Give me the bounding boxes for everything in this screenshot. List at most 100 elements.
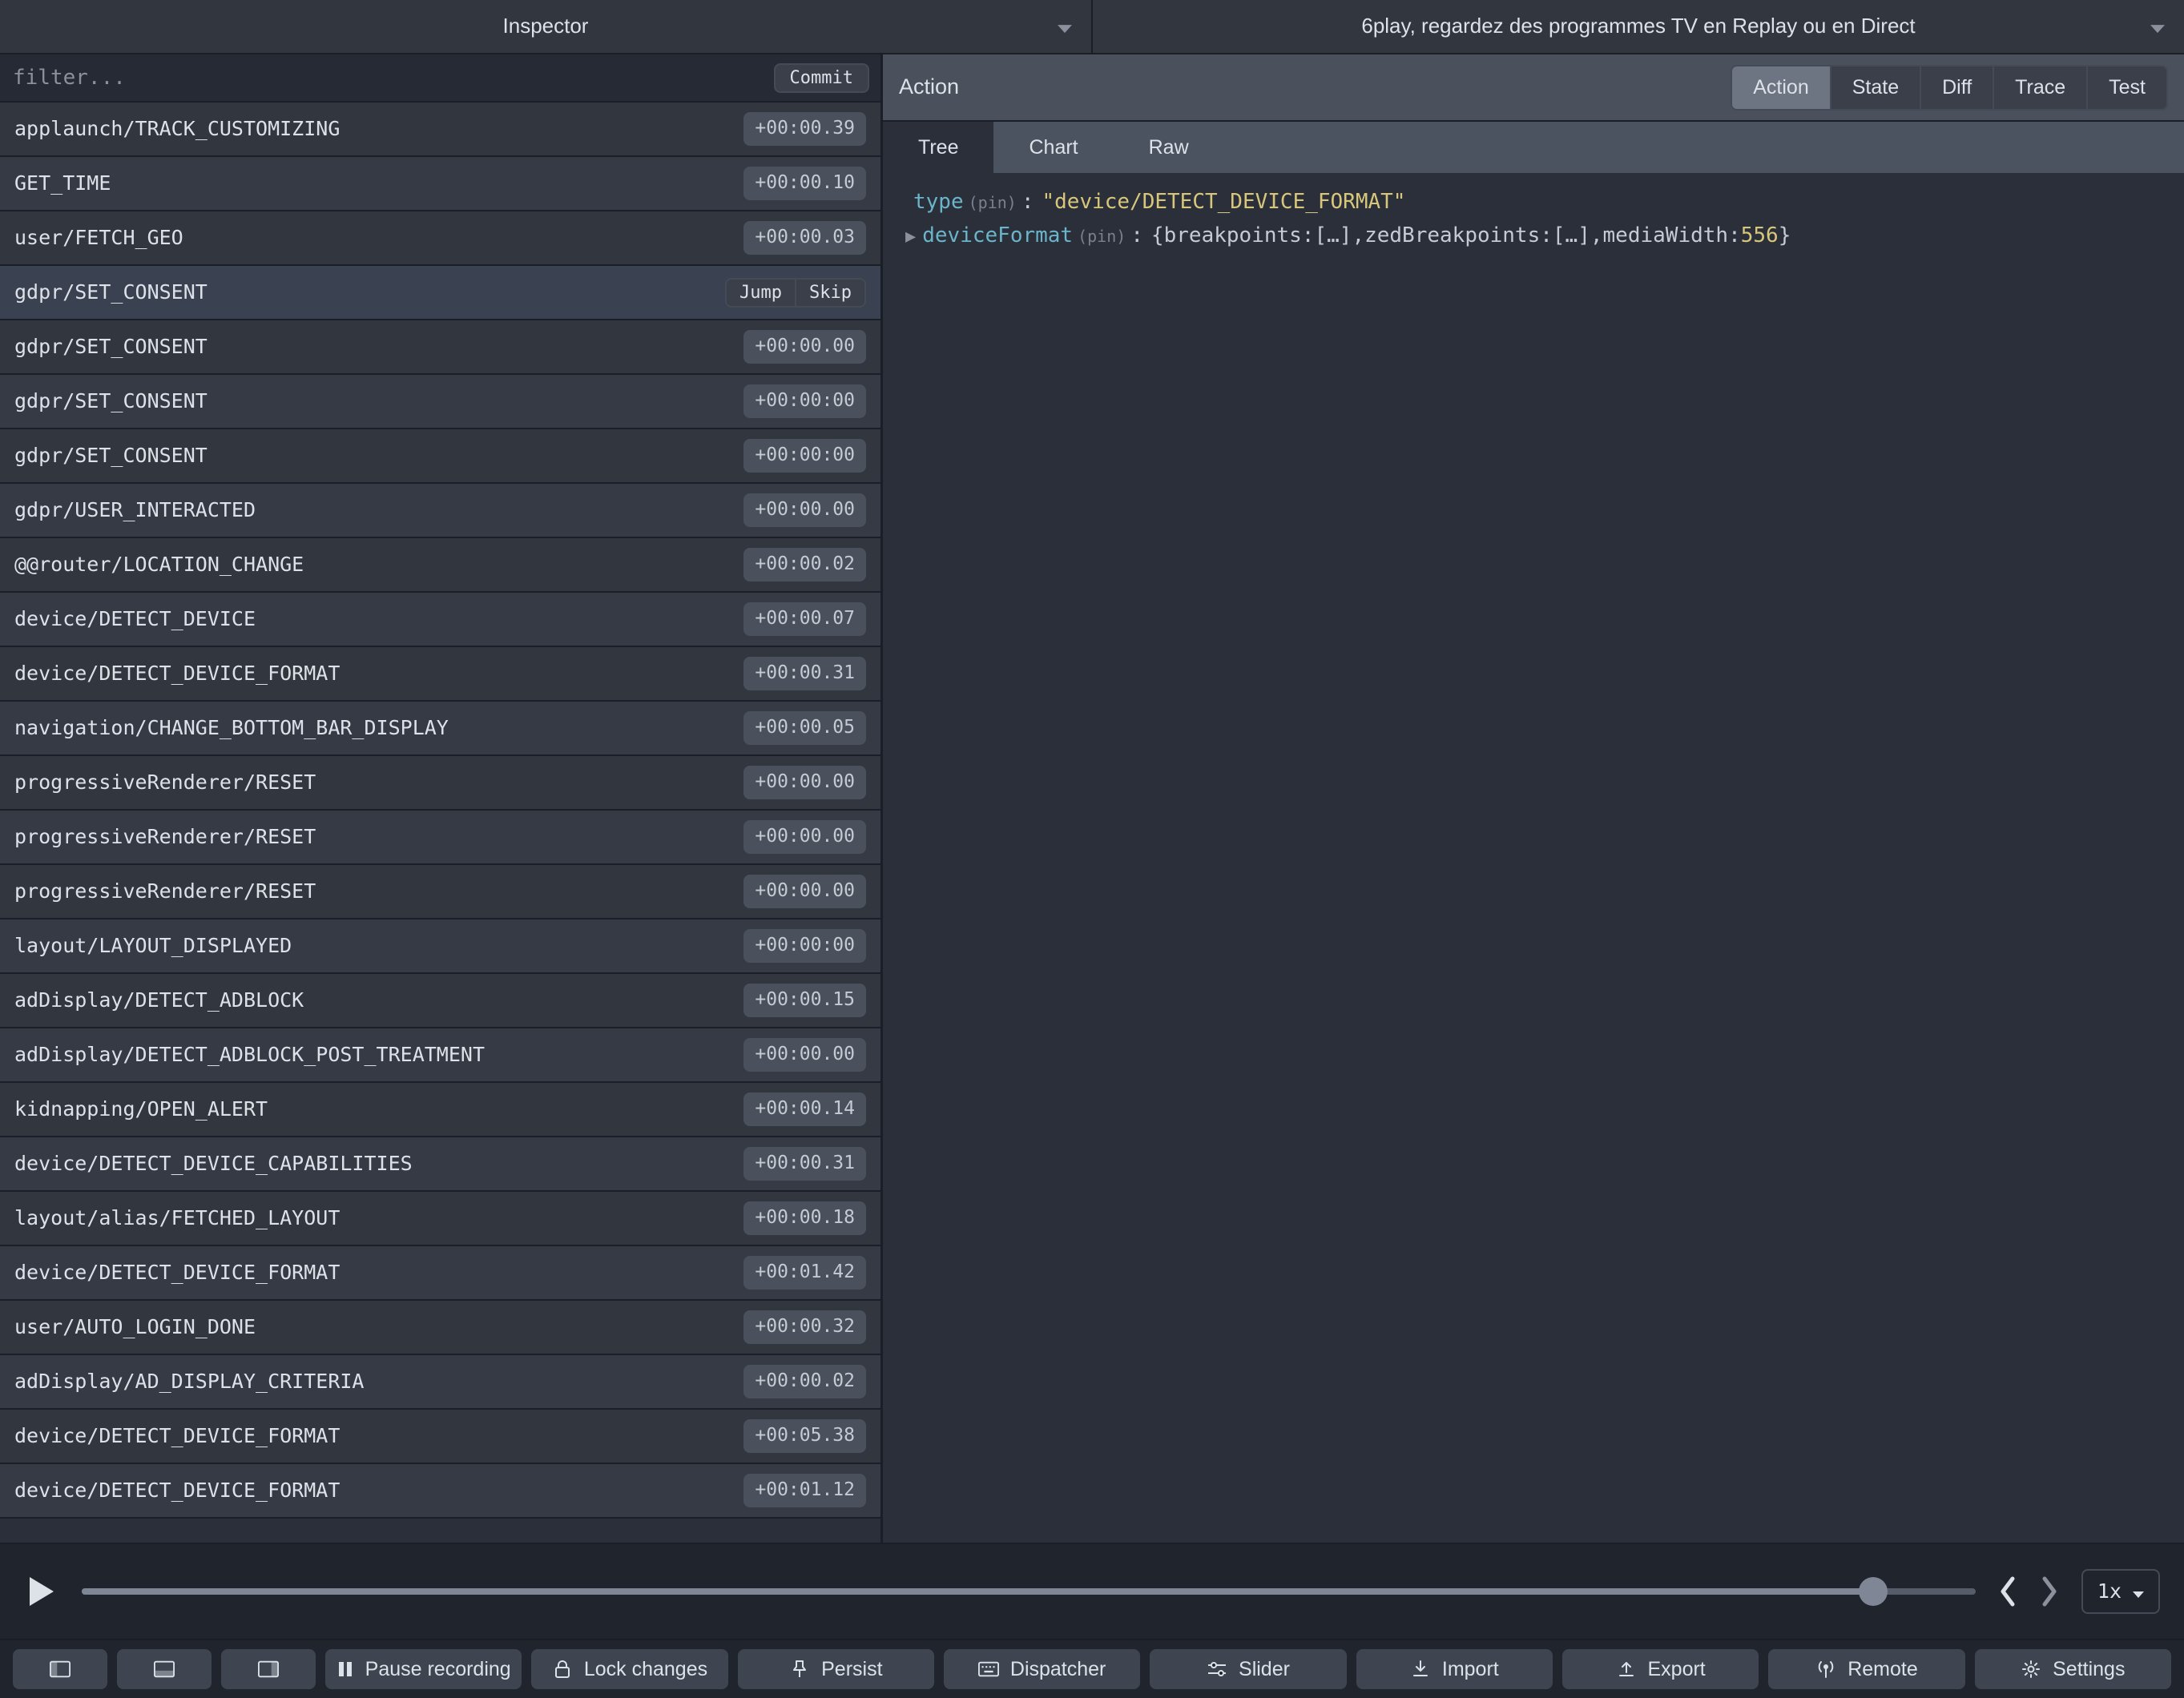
lock-changes-label: Lock changes bbox=[584, 1658, 707, 1681]
action-list[interactable]: applaunch/TRACK_CUSTOMIZING +00:00.39 GET_… bbox=[0, 103, 880, 1543]
panel-layout-right-button[interactable] bbox=[221, 1649, 316, 1689]
view-tab-action[interactable]: Action bbox=[1732, 66, 1831, 109]
action-row[interactable]: applaunch/TRACK_CUSTOMIZING +00:00.39 bbox=[0, 103, 880, 157]
action-row[interactable]: GET_TIME+00:00.10 bbox=[0, 157, 880, 211]
action-row[interactable]: kidnapping/OPEN_ALERT +00:00.14 bbox=[0, 1083, 880, 1137]
settings-button[interactable]: Settings bbox=[1975, 1649, 2171, 1689]
view-tab-diff[interactable]: Diff bbox=[1921, 66, 1994, 109]
remote-label: Remote bbox=[1848, 1658, 1918, 1681]
commit-button[interactable]: Commit bbox=[774, 63, 869, 93]
pause-recording-button[interactable]: Pause recording bbox=[325, 1649, 522, 1689]
subtab-chart[interactable]: Chart bbox=[993, 122, 1113, 173]
action-time: +00:00.39 bbox=[743, 112, 866, 146]
subtab-raw[interactable]: Raw bbox=[1114, 122, 1224, 173]
action-row[interactable]: progressiveRenderer/RESET+00:00.00 bbox=[0, 756, 880, 811]
action-name: kidnapping/OPEN_ALERT bbox=[14, 1096, 735, 1123]
action-name: user/FETCH_GEO bbox=[14, 225, 735, 251]
view-tab-trace[interactable]: Trace bbox=[1994, 66, 2088, 109]
view-segmented-control: ActionStateDiffTraceTest bbox=[1731, 65, 2168, 111]
pause-icon bbox=[336, 1659, 354, 1680]
chevron-down-icon[interactable] bbox=[1058, 13, 1072, 40]
settings-label: Settings bbox=[2053, 1658, 2125, 1681]
action-name: gdpr/SET_CONSENT bbox=[14, 280, 717, 306]
action-row[interactable]: progressiveRenderer/RESET+00:00.00 bbox=[0, 811, 880, 865]
play-button[interactable] bbox=[24, 1574, 59, 1609]
action-row[interactable]: device/DETECT_DEVICE_FORMAT+00:05.38 bbox=[0, 1410, 880, 1464]
action-row[interactable]: device/DETECT_DEVICE_FORMAT+00:01.12 bbox=[0, 1464, 880, 1519]
action-name: applaunch/TRACK_CUSTOMIZING bbox=[14, 116, 735, 143]
action-row[interactable]: progressiveRenderer/RESET+00:00.00 bbox=[0, 865, 880, 919]
action-row[interactable]: gdpr/SET_CONSENT JumpSkip bbox=[0, 266, 880, 320]
action-name: device/DETECT_DEVICE_CAPABILITIES bbox=[14, 1151, 735, 1177]
speed-selector[interactable]: 1x bbox=[2081, 1569, 2160, 1615]
action-time: +00:00.14 bbox=[743, 1092, 866, 1126]
persist-button[interactable]: Persist bbox=[738, 1649, 934, 1689]
action-row[interactable]: gdpr/SET_CONSENT +00:00:00 bbox=[0, 429, 880, 484]
action-name: adDisplay/DETECT_ADBLOCK_POST_TREATMENT bbox=[14, 1042, 735, 1068]
pin-label[interactable]: (pin) bbox=[969, 192, 1017, 213]
remote-button[interactable]: Remote bbox=[1768, 1649, 1964, 1689]
tab-app-instance[interactable]: 6play, regardez des programmes TV en Rep… bbox=[1093, 0, 2184, 53]
action-row[interactable]: gdpr/SET_CONSENT +00:00:00 bbox=[0, 375, 880, 429]
panel-layout-left-button[interactable] bbox=[13, 1649, 107, 1689]
tree-row[interactable]: type(pin):"device/DETECT_DEVICE_FORMAT" bbox=[905, 189, 2162, 216]
action-name: layout/alias/FETCHED_LAYOUT bbox=[14, 1205, 735, 1232]
jump-button[interactable]: Jump bbox=[725, 278, 796, 308]
action-row[interactable]: user/FETCH_GEO+00:00.03 bbox=[0, 211, 880, 266]
action-row[interactable]: device/DETECT_DEVICE_CAPABILITIES+00:00.… bbox=[0, 1137, 880, 1192]
filter-input[interactable] bbox=[11, 65, 764, 91]
panel-layout-bottom-button[interactable] bbox=[117, 1649, 212, 1689]
action-row[interactable]: adDisplay/AD_DISPLAY_CRITERIA+00:00.02 bbox=[0, 1355, 880, 1410]
action-row[interactable]: layout/alias/FETCHED_LAYOUT +00:00.18 bbox=[0, 1192, 880, 1246]
subtab-tree[interactable]: Tree bbox=[883, 122, 993, 173]
action-time: +00:00:00 bbox=[743, 384, 866, 418]
prev-button[interactable] bbox=[1998, 1575, 2017, 1607]
slider-button[interactable]: Slider bbox=[1150, 1649, 1346, 1689]
action-name: gdpr/SET_CONSENT bbox=[14, 388, 735, 415]
action-row[interactable]: adDisplay/DETECT_ADBLOCK_POST_TREATMENT +… bbox=[0, 1028, 880, 1083]
action-row[interactable]: device/DETECT_DEVICE_FORMAT +00:01.42 bbox=[0, 1246, 880, 1301]
view-tab-state[interactable]: State bbox=[1831, 66, 1921, 109]
chevron-down-icon bbox=[2133, 1579, 2144, 1605]
speed-label: 1x bbox=[2097, 1579, 2122, 1605]
tab-inspector[interactable]: Inspector bbox=[0, 0, 1093, 53]
action-name: gdpr/SET_CONSENT bbox=[14, 443, 735, 469]
chevron-down-icon[interactable] bbox=[2150, 13, 2165, 40]
tree-inner-key: mediaWidth: bbox=[1603, 223, 1741, 250]
action-time: +00:00.18 bbox=[743, 1201, 866, 1235]
action-name: device/DETECT_DEVICE_FORMAT bbox=[14, 661, 735, 687]
view-tab-test[interactable]: Test bbox=[2088, 66, 2166, 109]
action-row[interactable]: gdpr/USER_INTERACTED+00:00.00 bbox=[0, 484, 880, 538]
action-row[interactable]: device/DETECT_DEVICE_FORMAT+00:00.31 bbox=[0, 647, 880, 702]
lock-changes-button[interactable]: Lock changes bbox=[531, 1649, 727, 1689]
next-button[interactable] bbox=[2040, 1575, 2059, 1607]
skip-button[interactable]: Skip bbox=[796, 278, 866, 308]
export-button[interactable]: Export bbox=[1562, 1649, 1759, 1689]
export-label: Export bbox=[1648, 1658, 1706, 1681]
action-time: +00:00.07 bbox=[743, 602, 866, 636]
action-row[interactable]: @@router/LOCATION_CHANGE+00:00.02 bbox=[0, 538, 880, 593]
dispatcher-button[interactable]: Dispatcher bbox=[944, 1649, 1140, 1689]
pin-label[interactable]: (pin) bbox=[1078, 226, 1126, 247]
action-name: progressiveRenderer/RESET bbox=[14, 770, 735, 796]
slider-thumb[interactable] bbox=[1859, 1577, 1888, 1606]
expand-arrow-icon[interactable]: ▶ bbox=[905, 226, 916, 249]
action-row[interactable]: device/DETECT_DEVICE+00:00.07 bbox=[0, 593, 880, 647]
timeline-slider[interactable] bbox=[82, 1588, 1976, 1595]
action-row[interactable]: user/AUTO_LOGIN_DONE+00:00.32 bbox=[0, 1301, 880, 1355]
import-button[interactable]: Import bbox=[1356, 1649, 1553, 1689]
keyboard-icon bbox=[978, 1659, 999, 1680]
action-row[interactable]: layout/LAYOUT_DISPLAYED+00:00:00 bbox=[0, 919, 880, 974]
download-icon bbox=[1410, 1659, 1431, 1680]
action-time: +00:01.42 bbox=[743, 1256, 866, 1290]
action-row[interactable]: gdpr/SET_CONSENT+00:00.00 bbox=[0, 320, 880, 375]
action-time: +00:00:00 bbox=[743, 439, 866, 473]
action-name: device/DETECT_DEVICE_FORMAT bbox=[14, 1260, 735, 1286]
persist-label: Persist bbox=[821, 1658, 882, 1681]
right-header: Action ActionStateDiffTraceTest bbox=[883, 54, 2184, 122]
action-time: +00:00.00 bbox=[743, 1038, 866, 1072]
action-row[interactable]: adDisplay/DETECT_ADBLOCK+00:00.15 bbox=[0, 974, 880, 1028]
action-row[interactable]: navigation/CHANGE_BOTTOM_BAR_DISPLAY+00:… bbox=[0, 702, 880, 756]
tree-view[interactable]: type(pin):"device/DETECT_DEVICE_FORMAT" ▶… bbox=[883, 173, 2184, 1543]
tree-row[interactable]: ▶deviceFormat(pin):{ breakpoints: […], z… bbox=[905, 223, 2162, 250]
